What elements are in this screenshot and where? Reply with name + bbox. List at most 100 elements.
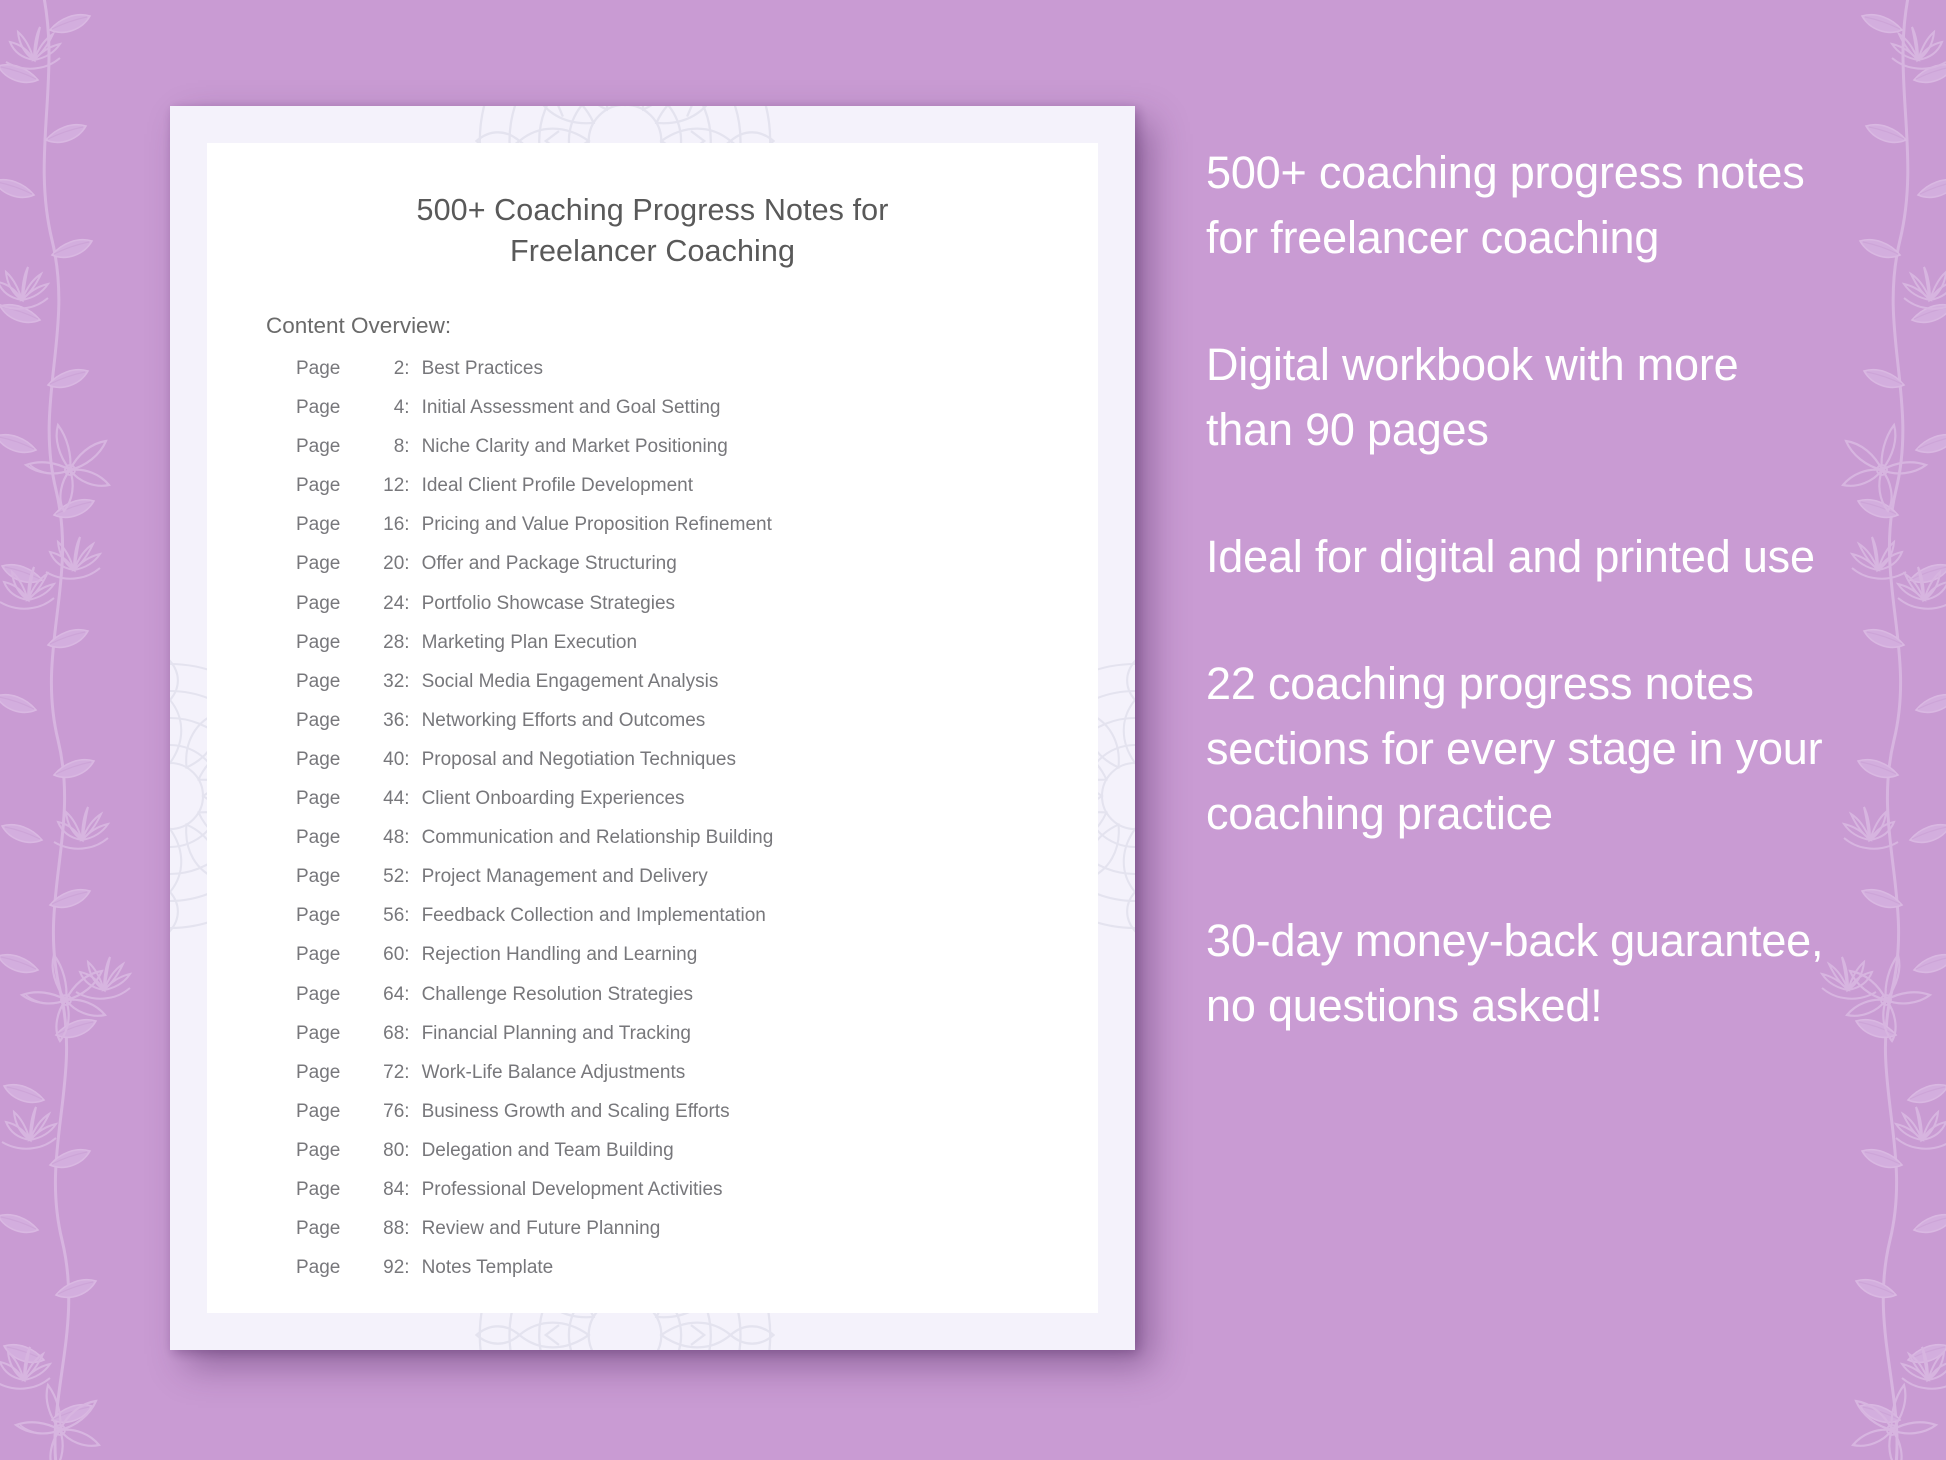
toc-page-label: Page 88 bbox=[296, 1218, 404, 1240]
marketing-column: 500+ coaching progress notes for freelan… bbox=[1206, 140, 1826, 1100]
toc-page-word: Page bbox=[296, 827, 341, 849]
toc-row: Page 12: Ideal Client Profile Development bbox=[296, 475, 1078, 514]
toc-colon: : bbox=[404, 1100, 410, 1122]
toc-page-label: Page 16 bbox=[296, 514, 404, 536]
toc-page-label: Page 36 bbox=[296, 710, 404, 732]
toc-page-word: Page bbox=[296, 905, 341, 927]
toc-page-number: 60 bbox=[383, 944, 405, 966]
toc-row: Page 36: Networking Efforts and Outcomes bbox=[296, 710, 1078, 749]
toc-page-word: Page bbox=[296, 1178, 341, 1200]
toc-row: Page 16: Pricing and Value Proposition Re… bbox=[296, 514, 1078, 553]
toc-page-number: 24 bbox=[383, 592, 405, 614]
toc-colon: : bbox=[404, 358, 410, 379]
toc-page-label: Page 2 bbox=[296, 358, 404, 380]
toc-page-number: 8 bbox=[393, 436, 405, 458]
toc-section-title: Notes Template bbox=[421, 1257, 554, 1279]
toc-section-title: Communication and Relationship Building bbox=[421, 827, 774, 849]
toc-section-title: Social Media Engagement Analysis bbox=[421, 670, 719, 692]
toc-colon: : bbox=[404, 397, 410, 419]
toc-page-label: Page 44 bbox=[296, 788, 404, 810]
marketing-text-block: Ideal for digital and printed use bbox=[1206, 531, 1815, 582]
toc-page-label: Page 56 bbox=[296, 905, 404, 927]
toc-page-label: Page 80 bbox=[296, 1140, 404, 1162]
toc-page-word: Page bbox=[296, 1218, 341, 1240]
table-of-contents-list: Page 2: Best Practices Page 4: Initial Asse… bbox=[296, 358, 1078, 1296]
toc-page-label: Page 64 bbox=[296, 984, 404, 1006]
toc-page-word: Page bbox=[296, 944, 341, 966]
toc-colon: : bbox=[404, 1178, 410, 1200]
toc-section-title: Rejection Handling and Learning bbox=[421, 944, 698, 966]
toc-row: Page 2: Best Practices bbox=[296, 358, 1078, 397]
toc-row: Page 20: Offer and Package Structuring bbox=[296, 553, 1078, 592]
toc-page-label: Page 28 bbox=[296, 632, 404, 654]
toc-page-word: Page bbox=[296, 436, 341, 458]
toc-colon: : bbox=[404, 827, 410, 849]
toc-row: Page 32: Social Media Engagement Analysis bbox=[296, 671, 1078, 710]
toc-page-label: Page 72 bbox=[296, 1062, 404, 1084]
toc-row: Page 88: Review and Future Planning bbox=[296, 1218, 1078, 1257]
toc-page-word: Page bbox=[296, 709, 341, 731]
toc-page-word: Page bbox=[296, 1061, 341, 1083]
toc-colon: : bbox=[404, 905, 410, 927]
toc-page-label: Page 12 bbox=[296, 475, 404, 497]
toc-page-label: Page 84 bbox=[296, 1179, 404, 1201]
toc-page-word: Page bbox=[296, 475, 341, 497]
toc-row: Page 68: Financial Planning and Tracking bbox=[296, 1023, 1078, 1062]
toc-row: Page 28: Marketing Plan Execution bbox=[296, 632, 1078, 671]
toc-page-word: Page bbox=[296, 670, 341, 692]
marketing-text-block: Digital workbook with more than 90 pages bbox=[1206, 339, 1739, 455]
toc-page-label: Page 20 bbox=[296, 553, 404, 575]
toc-section-title: Offer and Package Structuring bbox=[421, 553, 677, 575]
toc-row: Page 56: Feedback Collection and Implemen… bbox=[296, 905, 1078, 944]
toc-page-number: 52 bbox=[383, 866, 405, 888]
toc-colon: : bbox=[404, 944, 410, 966]
toc-section-title: Work-Life Balance Adjustments bbox=[421, 1061, 686, 1083]
toc-page-label: Page 48 bbox=[296, 827, 404, 849]
toc-page-word: Page bbox=[296, 748, 341, 770]
toc-page-number: 92 bbox=[383, 1257, 405, 1279]
toc-row: Page 84: Professional Development Activit… bbox=[296, 1179, 1078, 1218]
toc-section-title: Financial Planning and Tracking bbox=[421, 1022, 691, 1044]
toc-section-title: Challenge Resolution Strategies bbox=[421, 983, 694, 1005]
toc-page-number: 76 bbox=[383, 1100, 405, 1122]
toc-section-title: Business Growth and Scaling Efforts bbox=[421, 1100, 730, 1122]
toc-row: Page 8: Niche Clarity and Market Position… bbox=[296, 436, 1078, 475]
document-page: 500+ Coaching Progress Notes for Freelan… bbox=[170, 106, 1135, 1350]
toc-colon: : bbox=[404, 866, 410, 888]
toc-page-word: Page bbox=[296, 553, 341, 575]
toc-page-number: 56 bbox=[383, 905, 405, 927]
toc-colon: : bbox=[404, 553, 410, 575]
toc-colon: : bbox=[404, 592, 410, 614]
toc-section-title: Client Onboarding Experiences bbox=[421, 788, 685, 810]
toc-section-title: Best Practices bbox=[421, 358, 543, 379]
toc-page-number: 64 bbox=[383, 983, 405, 1005]
toc-page-number: 4 bbox=[393, 397, 405, 419]
toc-page-word: Page bbox=[296, 631, 341, 653]
toc-colon: : bbox=[404, 670, 410, 692]
toc-page-word: Page bbox=[296, 1022, 341, 1044]
toc-page-label: Page 8 bbox=[296, 436, 404, 458]
toc-colon: : bbox=[404, 475, 410, 497]
toc-page-number: 44 bbox=[383, 788, 405, 810]
toc-page-label: Page 92 bbox=[296, 1257, 404, 1279]
marketing-text-block: 30-day money-back guarantee, no question… bbox=[1206, 915, 1824, 1031]
toc-page-word: Page bbox=[296, 983, 341, 1005]
toc-section-title: Feedback Collection and Implementation bbox=[421, 905, 766, 927]
toc-section-title: Review and Future Planning bbox=[421, 1218, 661, 1240]
toc-page-word: Page bbox=[296, 514, 341, 536]
page-inner-sheet: 500+ Coaching Progress Notes for Freelan… bbox=[207, 143, 1098, 1313]
toc-colon: : bbox=[404, 436, 410, 458]
toc-row: Page 4: Initial Assessment and Goal Setti… bbox=[296, 397, 1078, 436]
toc-colon: : bbox=[404, 1022, 410, 1044]
toc-page-number: 32 bbox=[383, 670, 405, 692]
toc-row: Page 92: Notes Template bbox=[296, 1257, 1078, 1296]
toc-row: Page 24: Portfolio Showcase Strategies bbox=[296, 593, 1078, 632]
toc-page-word: Page bbox=[296, 358, 341, 379]
toc-page-label: Page 68 bbox=[296, 1023, 404, 1045]
toc-page-word: Page bbox=[296, 1139, 341, 1161]
toc-page-number: 16 bbox=[383, 514, 405, 536]
toc-colon: : bbox=[404, 1139, 410, 1161]
toc-page-word: Page bbox=[296, 788, 341, 810]
toc-page-label: Page 24 bbox=[296, 593, 404, 615]
toc-page-label: Page 60 bbox=[296, 944, 404, 966]
